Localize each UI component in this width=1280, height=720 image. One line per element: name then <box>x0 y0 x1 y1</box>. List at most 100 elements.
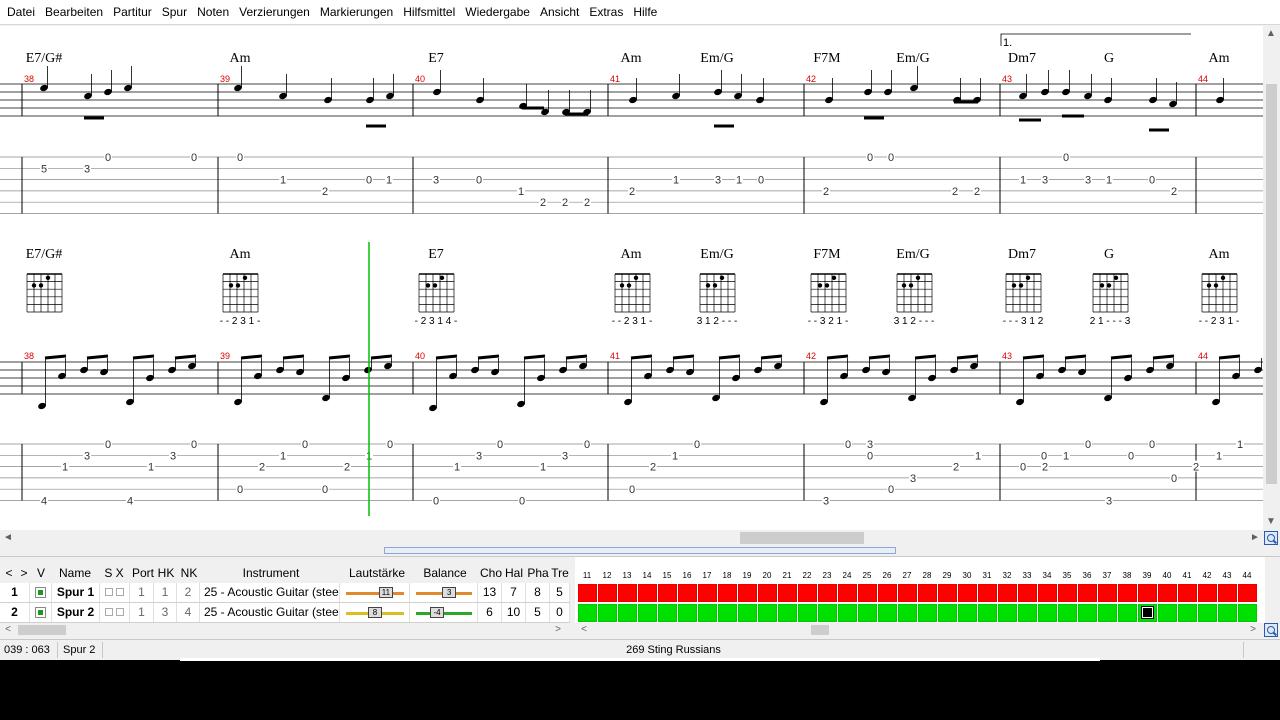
volume-slider-knob[interactable]: 8 <box>368 607 382 618</box>
bar-cell[interactable] <box>1198 604 1217 622</box>
bar-cell[interactable] <box>838 604 857 622</box>
bar-cell[interactable] <box>698 584 717 602</box>
menu-item-verzierungen[interactable]: Verzierungen <box>234 0 315 25</box>
bar-cell[interactable] <box>1038 584 1057 602</box>
track-name[interactable]: Spur 2 <box>52 603 100 622</box>
bar-cell[interactable] <box>738 604 757 622</box>
col-phaser[interactable]: Pha <box>527 565 549 581</box>
menu-item-hilfsmittel[interactable]: Hilfsmittel <box>398 0 460 25</box>
track-table-scrollbar[interactable]: < > <box>0 623 568 637</box>
bar-cell[interactable] <box>778 604 797 622</box>
track-nk[interactable]: 4 <box>177 603 200 622</box>
mute-checkbox[interactable] <box>116 588 124 596</box>
col-tremolo[interactable]: Tre <box>551 565 569 581</box>
col-solo-mute[interactable]: S X <box>100 565 128 581</box>
track-nk[interactable]: 2 <box>177 583 200 602</box>
bar-cell[interactable] <box>718 584 737 602</box>
bar-cell[interactable] <box>938 604 957 622</box>
menu-item-spur[interactable]: Spur <box>157 0 192 25</box>
bar-overview-scroll-thumb[interactable] <box>811 625 829 635</box>
bar-cell[interactable] <box>618 584 637 602</box>
bar-cell[interactable] <box>578 584 597 602</box>
bar-cell[interactable] <box>1138 584 1157 602</box>
zoom-score-icon[interactable] <box>1264 531 1278 545</box>
track-phaser[interactable]: 8 <box>526 583 550 602</box>
bar-overview-scrollbar[interactable]: < > <box>575 623 1263 637</box>
bar-cell[interactable] <box>978 584 997 602</box>
bar-cell[interactable] <box>1118 584 1137 602</box>
bar-cell[interactable] <box>1158 604 1177 622</box>
bar-cell[interactable] <box>1238 604 1257 622</box>
bar-cell[interactable] <box>718 604 737 622</box>
balance-slider-knob[interactable]: -4 <box>430 607 444 618</box>
bar-cell[interactable] <box>978 604 997 622</box>
menu-item-markierungen[interactable]: Markierungen <box>315 0 398 25</box>
track-solo-mute[interactable] <box>100 583 130 602</box>
col-volume[interactable]: Lautstärke <box>343 565 411 581</box>
bar-cell[interactable] <box>898 584 917 602</box>
zoom-tracks-icon[interactable] <box>1264 623 1278 637</box>
visible-checkbox[interactable] <box>35 607 46 618</box>
bar-cell[interactable] <box>658 604 677 622</box>
vertical-scroll-thumb[interactable] <box>1266 84 1277 484</box>
col-name[interactable]: Name <box>55 565 95 581</box>
scroll-left-icon[interactable]: < <box>578 624 590 636</box>
bar-cell[interactable] <box>878 584 897 602</box>
bar-cell[interactable] <box>1198 584 1217 602</box>
col-hk[interactable]: HK <box>155 565 177 581</box>
scroll-down-icon[interactable]: ▼ <box>1265 516 1277 528</box>
balance-slider-track[interactable] <box>416 612 472 615</box>
score-view[interactable]: 1. E7/G# Am E7 Am Em/G F7M Em/G Dm7 G Am 38 39 40 41 42… <box>0 26 1263 530</box>
bar-cell[interactable] <box>1018 584 1037 602</box>
bar-cell[interactable] <box>898 604 917 622</box>
bar-cell[interactable] <box>958 584 977 602</box>
bar-cell[interactable] <box>738 584 757 602</box>
visible-checkbox[interactable] <box>35 587 46 598</box>
track-instrument[interactable]: 25 - Acoustic Guitar (steel) <box>200 603 340 622</box>
volume-slider-track[interactable] <box>346 592 404 595</box>
track-reverb[interactable]: 10 <box>502 603 526 622</box>
track-table-scroll-thumb[interactable] <box>18 625 66 635</box>
bar-cell[interactable] <box>1018 604 1037 622</box>
col-balance[interactable]: Balance <box>413 565 477 581</box>
track-name[interactable]: Spur 1 <box>52 583 100 602</box>
bar-cell[interactable] <box>758 604 777 622</box>
col-port[interactable]: Port <box>131 565 155 581</box>
bar-cell[interactable] <box>798 604 817 622</box>
track-tremolo[interactable]: 5 <box>550 583 570 602</box>
scroll-left-icon[interactable]: < <box>2 624 14 636</box>
track-solo-mute[interactable] <box>100 603 130 622</box>
bar-cell[interactable] <box>958 604 977 622</box>
menu-item-hilfe[interactable]: Hilfe <box>628 0 662 25</box>
bar-cell[interactable] <box>1158 584 1177 602</box>
bar-cell[interactable] <box>998 604 1017 622</box>
track-hk[interactable]: 1 <box>154 583 177 602</box>
horizontal-scroll-thumb[interactable] <box>740 532 864 544</box>
volume-slider-knob[interactable]: 11 <box>378 587 393 598</box>
track-port[interactable]: 1 <box>130 603 154 622</box>
mute-checkbox[interactable] <box>116 608 124 616</box>
bar-cell[interactable] <box>1038 604 1057 622</box>
bar-cell[interactable] <box>878 604 897 622</box>
menu-item-bearbeiten[interactable]: Bearbeiten <box>40 0 108 25</box>
track-visible-toggle[interactable] <box>30 583 52 602</box>
track-volume[interactable]: 8 <box>340 603 410 622</box>
menu-item-ansicht[interactable]: Ansicht <box>535 0 584 25</box>
menu-item-noten[interactable]: Noten <box>192 0 234 25</box>
bar-cell[interactable] <box>918 604 937 622</box>
nav-prev-icon[interactable]: < <box>4 565 14 581</box>
bar-cell[interactable] <box>918 584 937 602</box>
bar-cell[interactable] <box>818 604 837 622</box>
scroll-up-icon[interactable]: ▲ <box>1265 28 1277 40</box>
track-reverb[interactable]: 7 <box>502 583 526 602</box>
track-hk[interactable]: 3 <box>154 603 177 622</box>
bar-cell[interactable] <box>618 604 637 622</box>
col-visible[interactable]: V <box>33 565 49 581</box>
track-chorus[interactable]: 6 <box>478 603 502 622</box>
bar-cell[interactable] <box>598 604 617 622</box>
track-balance[interactable]: 3 <box>410 583 478 602</box>
score-canvas[interactable]: 1.E7/G# Am E7 Am Em/G F7M Em/G Dm7 G Am38 39 40 41 42… <box>0 26 1263 530</box>
col-chorus[interactable]: Cho <box>480 565 502 581</box>
track-row[interactable]: 2 Spur 2 1 3 4 25 - Acoustic Guitar (steel) 8 -… <box>0 603 570 623</box>
scroll-right-icon[interactable]: ► <box>1249 532 1261 544</box>
